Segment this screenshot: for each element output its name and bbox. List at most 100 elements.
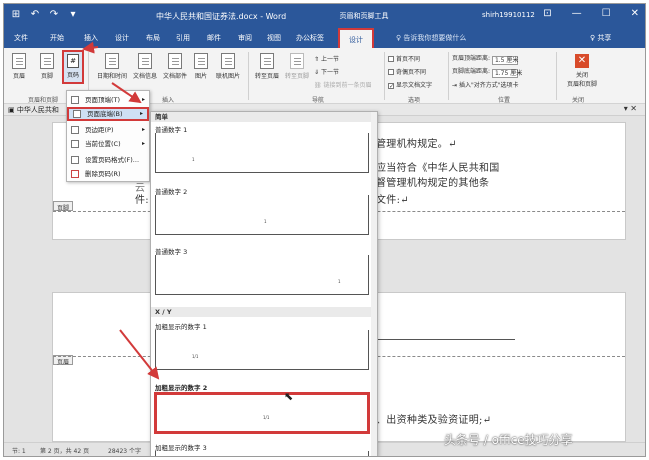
page-number-icon: # [67,54,79,68]
ribbon-divider [248,52,249,100]
online-picture-button[interactable]: 联机图片 [212,53,244,80]
format-page-numbers-icon [71,156,79,164]
gallery-scrollbar[interactable] [371,112,377,456]
calendar-icon [105,53,119,69]
remove-page-numbers-icon [71,170,79,178]
minimize-icon[interactable]: — [572,8,582,19]
header-top-distance: 页眉顶端距离: 1.5 厘米 [452,55,519,65]
tab-office-tab[interactable]: 办公标签 [296,33,324,43]
ribbon-tab-bar: 文件 开始 插入 设计 布局 引用 邮件 审阅 视图 办公标签 设计 ♀ 告诉我… [4,28,645,48]
tab-home[interactable]: 开始 [50,33,64,43]
gallery-item-bold-number-1[interactable]: 1/1 [155,330,369,370]
group-navigation-label: 导航 [312,97,325,104]
footer-icon [40,53,54,69]
page-top-icon [71,96,79,104]
insert-alignment-tab-button[interactable]: ⇥ 插入"对齐方式"选项卡 [452,80,518,89]
header-distance-input[interactable]: 1.5 厘米 [491,56,518,65]
tab-review[interactable]: 审阅 [238,33,252,43]
submenu-arrow-icon: ▸ [139,110,143,117]
goto-header-button[interactable]: 转至页眉 [252,53,282,80]
footer-bottom-distance: 页脚底端距离: 1.75 厘米 [452,68,523,78]
online-picture-icon [221,53,235,69]
user-account[interactable]: shirh19910112 [482,11,535,19]
body-line: 、出资种类及验资证明;↵ [376,415,492,426]
odd-even-different-checkbox[interactable]: 奇偶页不同 [388,67,426,76]
window-controls: ⊡ — ☐ ✕ [543,8,639,19]
tab-references[interactable]: 引用 [176,33,190,43]
tab-layout[interactable]: 布局 [146,33,160,43]
checkbox-icon [388,56,394,62]
document-tab[interactable]: ▣ 中华人民共和 [8,105,59,115]
customize-qat-icon[interactable]: ▾ [67,9,79,20]
ribbon-divider [384,52,385,100]
watermark: 头条号 / office技巧分享 [444,433,573,447]
tab-design[interactable]: 设计 [115,33,129,43]
menu-item-page-bottom[interactable]: 页面底端(B) ▸ [67,107,149,121]
menu-item-page-margins[interactable]: 页边距(P) ▸ [67,123,149,137]
next-section-button[interactable]: ⇓ 下一节 [314,67,339,76]
status-page[interactable]: 第 2 页，共 42 页 [40,446,89,455]
gallery-item-plain-number-2[interactable]: 1 [155,195,369,235]
tell-me-search[interactable]: ♀ 告诉我你想要做什么 [396,33,466,43]
tab-file[interactable]: 文件 [14,33,28,43]
footer-distance-input[interactable]: 1.75 厘米 [491,69,522,78]
menu-item-format-page-numbers[interactable]: 设置页码格式(F)... [67,153,149,167]
tab-strip-controls[interactable]: ▾ ✕ [624,104,637,113]
menu-item-current-position[interactable]: 当前位置(C) ▸ [67,137,149,151]
group-options-label: 选项 [408,97,421,104]
header-button[interactable]: 页眉 [6,53,32,80]
gallery-item-plain-number-1[interactable]: 1 [155,133,369,173]
menu-item-remove-page-numbers[interactable]: 删除页码(R) [67,167,149,181]
doc-parts-icon [168,53,182,69]
document-title: 中华人民共和国证券法.docx - Word [156,12,287,21]
menu-item-page-top[interactable]: 页面顶端(T) ▸ [67,93,149,107]
goto-footer-button[interactable]: 转至页脚 [282,53,312,80]
undo-icon[interactable]: ↶ [29,9,41,20]
gallery-category-simple: 简单 [151,112,377,122]
doc-info-button[interactable]: 文档信息 [130,53,160,80]
body-line: 件: [135,195,149,206]
doc-parts-button[interactable]: 文档部件 [160,53,190,80]
first-page-different-checkbox[interactable]: 首页不同 [388,54,420,63]
tab-insert[interactable]: 插入 [84,33,98,43]
submenu-arrow-icon: ▸ [141,126,145,133]
close-window-icon[interactable]: ✕ [631,8,639,19]
status-word-count[interactable]: 28423 个字 [108,446,141,455]
close-header-footer-button[interactable]: ✕ 关闭 页眉和页脚 [560,54,604,88]
gallery-category-xy: X / Y [151,307,377,317]
prev-section-button[interactable]: ⇑ 上一节 [314,54,339,63]
header-footer-tools-label: 页眉和页脚工具 [339,12,389,20]
gallery-item-bold-number-3[interactable] [155,451,369,456]
page-bottom-icon [73,110,81,118]
group-insert-label: 插入 [162,97,175,104]
goto-header-icon [260,53,274,69]
body-line: 督管理机构规定的其他条 [376,178,490,189]
checkbox-icon [388,69,394,75]
ribbon-display-icon[interactable]: ⊡ [543,8,551,19]
quick-access-toolbar: ⊞ ↶ ↷ ▾ [10,9,79,20]
ribbon-divider [556,52,557,100]
gallery-item-plain-number-3[interactable]: 1 [155,255,369,295]
picture-button[interactable]: 图片 [190,53,212,80]
checkbox-checked-icon [388,83,394,89]
tab-mailings[interactable]: 邮件 [207,33,221,43]
gallery-item-bold-number-2[interactable]: 1/1 [154,392,370,434]
footer-button[interactable]: 页脚 [34,53,60,80]
share-button[interactable]: ♀ 共享 [590,33,611,43]
header-rule [375,339,515,340]
group-header-footer-label: 页眉和页脚 [28,97,59,104]
tab-view[interactable]: 视图 [267,33,281,43]
current-position-icon [71,140,79,148]
submenu-arrow-icon: ▸ [141,140,145,147]
page-number-button[interactable]: # 页码 [62,50,84,84]
link-to-previous-button[interactable]: ⛓ 链接到前一条页眉 [314,80,372,89]
body-line: 应当符合《中华人民共和国 [376,163,500,174]
show-doc-text-checkbox[interactable]: 显示文档文字 [388,80,432,89]
redo-icon[interactable]: ↷ [48,9,60,20]
tab-hf-design[interactable]: 设计 [338,28,374,48]
save-icon[interactable]: ⊞ [10,9,22,20]
date-time-button[interactable]: 日期和时间 [94,53,130,80]
close-icon: ✕ [575,54,589,68]
maximize-icon[interactable]: ☐ [602,8,611,19]
body-line: 管理机构规定。↵ [376,139,457,150]
